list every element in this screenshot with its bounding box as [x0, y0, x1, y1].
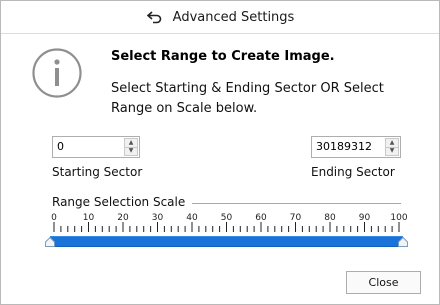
- scale-tick-label: 30: [152, 213, 164, 223]
- scale-tick-label: 20: [117, 213, 129, 223]
- close-button[interactable]: Close: [346, 271, 421, 294]
- section-divider: [192, 203, 401, 204]
- dialog-heading: Select Range to Create Image.: [111, 49, 335, 64]
- dialog-description: Select Starting & Ending Sector OR Selec…: [111, 81, 384, 116]
- scale-tick-label: 10: [83, 213, 95, 223]
- scale-tick-label: 80: [324, 213, 336, 223]
- scale-tick-label: 0: [51, 213, 57, 223]
- ending-sector-down-icon[interactable]: ▼: [385, 146, 399, 156]
- info-icon: [32, 48, 82, 98]
- starting-sector-value[interactable]: 0: [57, 137, 64, 157]
- range-selection-bar[interactable]: [50, 236, 403, 247]
- scale-tick-label: 40: [186, 213, 198, 223]
- range-start-thumb-icon[interactable]: [45, 237, 55, 247]
- starting-sector-input[interactable]: 0 ▲ ▼: [52, 136, 140, 158]
- scale-ticks: 0 10 20 30 40 50 60 70 80 90 100: [51, 213, 408, 232]
- scale-tick-label: 90: [359, 213, 371, 223]
- dialog-title: Advanced Settings: [172, 9, 295, 25]
- scale-tick-label: 60: [255, 213, 267, 223]
- ending-sector-label: Ending Sector: [311, 165, 395, 179]
- scale-tick-label: 100: [390, 213, 407, 223]
- back-arrow-icon[interactable]: [146, 10, 164, 24]
- starting-sector-label: Starting Sector: [52, 165, 143, 179]
- ending-sector-input[interactable]: 30189312 ▲ ▼: [311, 136, 401, 158]
- advanced-settings-dialog: Advanced Settings Select Range to Create…: [0, 0, 440, 305]
- title-bar: Advanced Settings: [1, 1, 439, 34]
- scale-tick-label: 70: [290, 213, 302, 223]
- range-end-thumb-icon[interactable]: [398, 237, 408, 247]
- ending-sector-value[interactable]: 30189312: [316, 137, 372, 157]
- range-scale-label: Range Selection Scale: [52, 195, 186, 209]
- starting-sector-down-icon[interactable]: ▼: [124, 146, 138, 156]
- scale-tick-label: 50: [221, 213, 233, 223]
